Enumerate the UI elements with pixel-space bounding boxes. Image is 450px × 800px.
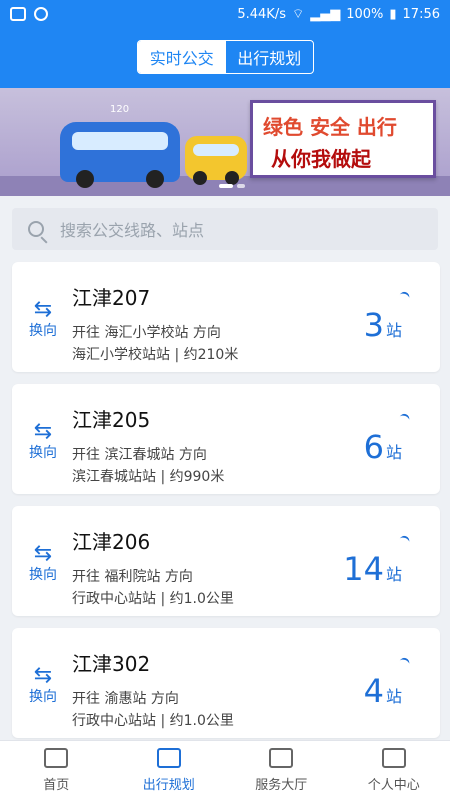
swap-icon: ⇆ xyxy=(33,663,53,688)
yellow-bus-illustration xyxy=(185,136,247,185)
swap-icon: ⇆ xyxy=(33,419,53,444)
tab-profile-label: 个人中心 xyxy=(367,778,420,793)
stops-count: 4 xyxy=(363,672,384,710)
tab-trip-planning-bottom[interactable]: 出行规划 xyxy=(113,741,226,800)
swap-label: 换向 xyxy=(29,445,57,461)
route-direction: 开往 滨江春城站 方向 xyxy=(72,447,207,463)
route-card[interactable]: ⇆ 换向 江津205 开往 滨江春城站 方向 滨江春城站站 | 约990米 6站 xyxy=(12,384,440,494)
network-speed: 5.44K/s xyxy=(237,6,286,22)
swap-label: 换向 xyxy=(29,323,57,339)
route-card[interactable]: ⇆ 换向 江津207 开往 海汇小学校站 方向 海汇小学校站站 | 约210米 … xyxy=(12,262,440,372)
status-bar-left xyxy=(10,7,48,21)
profile-icon xyxy=(381,748,406,768)
tab-service-hall-label: 服务大厅 xyxy=(255,778,308,793)
realtime-signal-icon xyxy=(399,534,411,544)
app-root: 5.44K/s ⌔ ▂▄▆ 100% ▮ 17:56 实时公交 出行规划 120 xyxy=(0,0,450,800)
mode-switch: 实时公交 出行规划 xyxy=(137,40,314,74)
swap-direction-button[interactable]: ⇆ 换向 xyxy=(26,297,60,340)
swap-direction-button[interactable]: ⇆ 换向 xyxy=(26,663,60,706)
stops-unit: 站 xyxy=(385,565,402,584)
battery-level: 100% xyxy=(346,6,384,22)
stops-count: 14 xyxy=(343,550,384,588)
route-station-distance: 海汇小学校站站 | 约210米 xyxy=(72,347,239,363)
blue-bus-illustration: 120 xyxy=(60,104,180,188)
route-direction: 开往 海汇小学校站 方向 xyxy=(72,325,221,341)
route-card[interactable]: ⇆ 换向 江津206 开往 福利院站 方向 行政中心站站 | 约1.0公里 14… xyxy=(12,506,440,616)
stops-away: 14 站 xyxy=(343,550,402,588)
stops-away: 6站 xyxy=(364,428,402,466)
clock: 17:56 xyxy=(402,6,440,22)
swap-label: 换向 xyxy=(29,567,57,583)
bus-window xyxy=(72,132,168,150)
service-icon xyxy=(269,748,294,768)
status-bar: 5.44K/s ⌔ ▂▄▆ 100% ▮ 17:56 xyxy=(0,0,450,28)
route-direction: 开往 渝惠站 方向 xyxy=(72,691,179,707)
header: 5.44K/s ⌔ ▂▄▆ 100% ▮ 17:56 实时公交 出行规划 xyxy=(0,0,450,88)
search-icon xyxy=(28,221,44,237)
stops-unit: 站 xyxy=(385,321,402,340)
swap-label: 换向 xyxy=(29,689,57,705)
bus-wheel xyxy=(146,170,164,188)
tab-home-label: 首页 xyxy=(43,778,70,793)
stops-away: 3站 xyxy=(364,306,402,344)
status-bar-right: 5.44K/s ⌔ ▂▄▆ 100% ▮ 17:56 xyxy=(237,6,440,23)
swap-icon: ⇆ xyxy=(33,297,53,322)
stops-count: 6 xyxy=(363,428,384,466)
bus-window xyxy=(193,144,239,156)
pagination-dot-active xyxy=(219,184,233,188)
realtime-signal-icon xyxy=(399,656,411,666)
stops-away: 4站 xyxy=(364,672,402,710)
route-icon xyxy=(156,748,181,768)
promo-banner[interactable]: 120 绿色 安全 出行 从你我做起 xyxy=(0,88,450,196)
swap-direction-button[interactable]: ⇆ 换向 xyxy=(26,541,60,584)
battery-icon: ▮ xyxy=(389,6,397,22)
route-name: 江津302 xyxy=(72,652,151,676)
wifi-icon: ⌔ xyxy=(291,7,305,22)
route-direction: 开往 福利院站 方向 xyxy=(72,569,193,585)
route-name: 江津207 xyxy=(72,286,151,310)
stops-count: 3 xyxy=(363,306,384,344)
route-station-distance: 滨江春城站站 | 约990米 xyxy=(72,469,225,485)
tab-service-hall[interactable]: 服务大厅 xyxy=(225,741,338,800)
slogan-line-2: 从你我做起 xyxy=(271,147,371,171)
tab-trip-planning-label: 出行规划 xyxy=(142,778,195,793)
pagination-dot xyxy=(237,184,245,188)
swap-direction-button[interactable]: ⇆ 换向 xyxy=(26,419,60,462)
tab-realtime-bus[interactable]: 实时公交 xyxy=(138,41,226,73)
bus-wheel xyxy=(225,171,239,185)
signal-icon: ▂▄▆ xyxy=(310,6,341,22)
route-name: 江津205 xyxy=(72,408,151,432)
stops-unit: 站 xyxy=(385,443,402,462)
route-card[interactable]: ⇆ 换向 江津302 开往 渝惠站 方向 行政中心站站 | 约1.0公里 4站 xyxy=(12,628,440,738)
route-name: 江津206 xyxy=(72,530,151,554)
stops-unit: 站 xyxy=(385,687,402,706)
tab-home[interactable]: 首页 xyxy=(0,741,113,800)
home-icon xyxy=(44,748,69,768)
swap-icon: ⇆ xyxy=(33,541,53,566)
banner-pagination xyxy=(219,184,245,188)
bottom-tab-bar: 首页 出行规划 服务大厅 个人中心 xyxy=(0,740,450,800)
route-station-distance: 行政中心站站 | 约1.0公里 xyxy=(72,713,234,729)
realtime-signal-icon xyxy=(399,412,411,422)
account-icon xyxy=(34,7,48,21)
slogan-sign: 绿色 安全 出行 从你我做起 xyxy=(250,100,436,178)
search-bar[interactable]: 搜索公交线路、站点 xyxy=(12,208,438,250)
tab-profile[interactable]: 个人中心 xyxy=(338,741,450,800)
realtime-signal-icon xyxy=(399,290,411,300)
slogan-line-1: 绿色 安全 出行 xyxy=(263,115,397,139)
app-notification-icon xyxy=(10,7,26,21)
route-station-distance: 行政中心站站 | 约1.0公里 xyxy=(72,591,234,607)
search-placeholder: 搜索公交线路、站点 xyxy=(60,221,205,240)
tab-trip-planning[interactable]: 出行规划 xyxy=(226,41,314,73)
bus-number: 120 xyxy=(110,104,130,115)
bus-wheel xyxy=(193,171,207,185)
bus-wheel xyxy=(76,170,94,188)
